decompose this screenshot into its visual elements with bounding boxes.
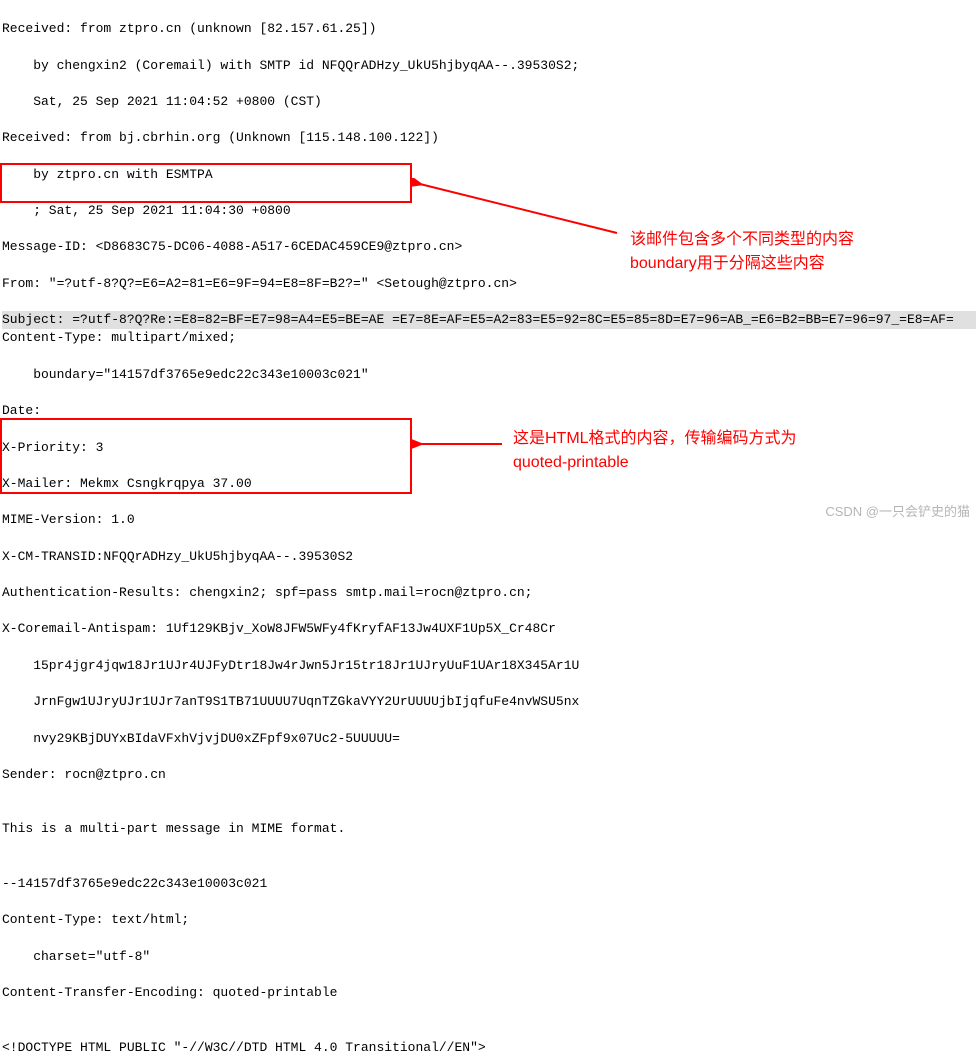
part-content-type-line: Content-Type: text/html; bbox=[2, 911, 976, 929]
header-line: nvy29KBjDUYxBIdaVFxhVjvjDU0xZFpf9x07Uc2-… bbox=[2, 730, 976, 748]
header-line: X-Priority: 3 bbox=[2, 439, 976, 457]
header-line: X-CM-TRANSID:NFQQrADHzy_UkU5hjbyqAA--.39… bbox=[2, 548, 976, 566]
annotation-text: 这是HTML格式的内容，传输编码方式为 bbox=[513, 427, 797, 451]
watermark: CSDN @一只会铲史的猫 bbox=[825, 503, 970, 521]
header-line: by chengxin2 (Coremail) with SMTP id NFQ… bbox=[2, 57, 976, 75]
header-line: by ztpro.cn with ESMTPA bbox=[2, 166, 976, 184]
header-line: From: "=?utf-8?Q?=E6=A2=81=E6=9F=94=E8=8… bbox=[2, 275, 976, 293]
part-charset-line: charset="utf-8" bbox=[2, 948, 976, 966]
header-line: 15pr4jgr4jqw18Jr1UJr4UJFyDtr18Jw4rJwn5Jr… bbox=[2, 657, 976, 675]
header-line: Sat, 25 Sep 2021 11:04:52 +0800 (CST) bbox=[2, 93, 976, 111]
header-line: Sender: rocn@ztpro.cn bbox=[2, 766, 976, 784]
annotation-text: 该邮件包含多个不同类型的内容 bbox=[630, 228, 854, 252]
part-encoding-line: Content-Transfer-Encoding: quoted-printa… bbox=[2, 984, 976, 1002]
header-line: ; Sat, 25 Sep 2021 11:04:30 +0800 bbox=[2, 202, 976, 220]
annotation-multipart: 该邮件包含多个不同类型的内容 boundary用于分隔这些内容 bbox=[630, 228, 854, 276]
body-line: This is a multi-part message in MIME for… bbox=[2, 820, 976, 838]
content-type-line: Content-Type: multipart/mixed; bbox=[2, 329, 976, 347]
email-raw-source: Received: from ztpro.cn (unknown [82.157… bbox=[0, 0, 978, 1054]
header-line: Received: from bj.cbrhin.org (Unknown [1… bbox=[2, 129, 976, 147]
header-line: X-Coremail-Antispam: 1Uf129KBjv_XoW8JFW5… bbox=[2, 620, 976, 638]
annotation-html-part: 这是HTML格式的内容，传输编码方式为 quoted-printable bbox=[513, 427, 797, 475]
annotation-text: boundary用于分隔这些内容 bbox=[630, 252, 854, 276]
header-line: Received: from ztpro.cn (unknown [82.157… bbox=[2, 20, 976, 38]
header-line: Authentication-Results: chengxin2; spf=p… bbox=[2, 584, 976, 602]
annotation-text: quoted-printable bbox=[513, 451, 797, 475]
header-line: Date: bbox=[2, 402, 976, 420]
subject-line: Subject: =?utf-8?Q?Re:=E8=82=BF=E7=98=A4… bbox=[2, 311, 976, 329]
header-line: X-Mailer: Mekmx Csngkrqpya 37.00 bbox=[2, 475, 976, 493]
part-boundary-line: --14157df3765e9edc22c343e10003c021 bbox=[2, 875, 976, 893]
boundary-line: boundary="14157df3765e9edc22c343e10003c0… bbox=[2, 366, 976, 384]
header-line: JrnFgw1UJryUJr1UJr7anT9S1TB71UUUU7UqnTZG… bbox=[2, 693, 976, 711]
body-line: <!DOCTYPE HTML PUBLIC "-//W3C//DTD HTML … bbox=[2, 1039, 976, 1054]
